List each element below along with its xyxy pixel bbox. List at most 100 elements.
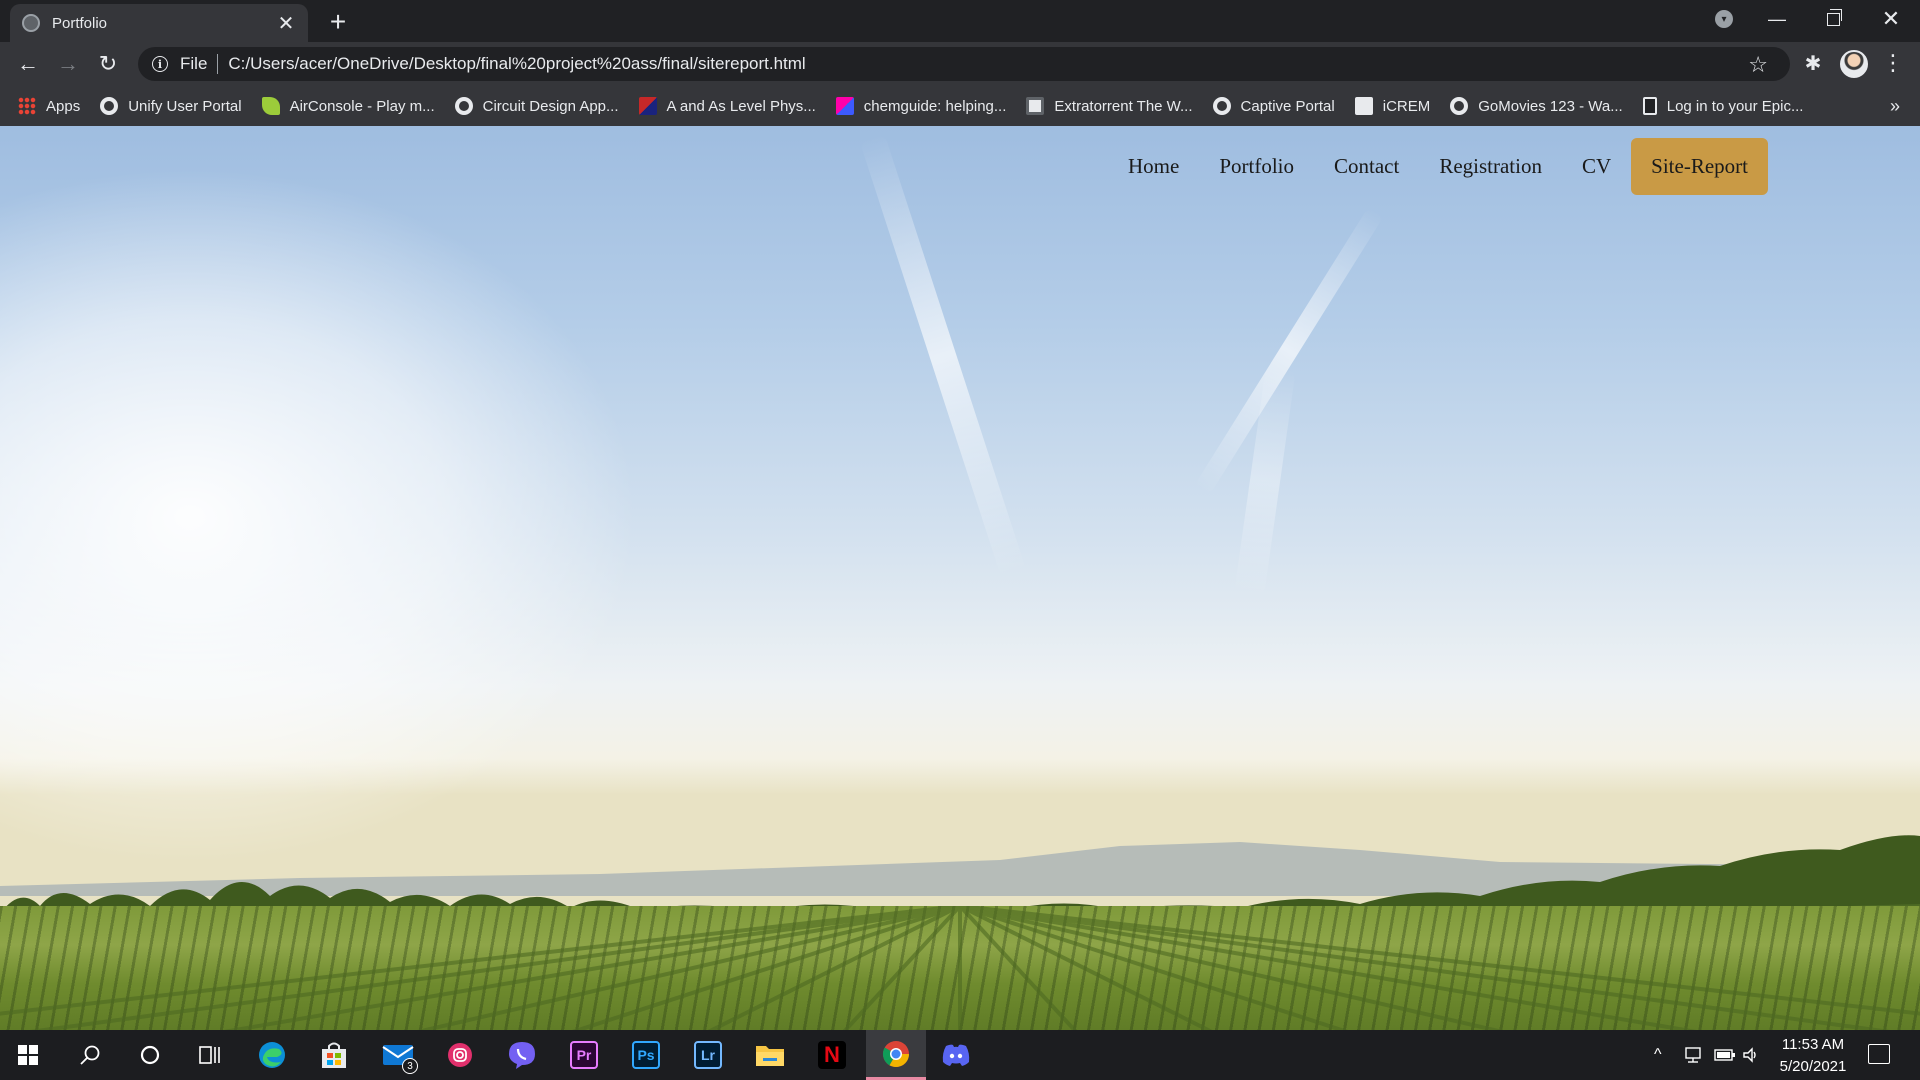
taskbar-edge[interactable] <box>244 1030 300 1080</box>
bookmark-label: GoMovies 123 - Wa... <box>1478 97 1623 115</box>
nav-contact[interactable]: Contact <box>1314 138 1419 195</box>
more-bookmarks-icon[interactable]: » <box>1890 96 1900 117</box>
url-scheme: File <box>180 54 208 73</box>
tab-portfolio[interactable]: Portfolio ✕ <box>10 4 308 42</box>
nav-cv[interactable]: CV <box>1562 138 1631 195</box>
taskbar-chrome[interactable] <box>866 1030 926 1080</box>
taskbar-instagram[interactable] <box>432 1030 488 1080</box>
restore-icon <box>1826 8 1842 26</box>
bookmark-label: Captive Portal <box>1240 97 1335 115</box>
bookmark-chemguide[interactable]: chemguide: helping... <box>835 97 1007 115</box>
netflix-icon: N <box>818 1041 846 1069</box>
forward-button[interactable]: → <box>54 50 82 78</box>
store-icon <box>322 1042 346 1068</box>
system-clock[interactable]: 11:53 AM 5/20/2021 <box>1758 1034 1868 1078</box>
taskbar-mail[interactable]: 3 <box>370 1030 426 1080</box>
restore-button[interactable] <box>1812 0 1854 38</box>
task-view-icon <box>199 1046 220 1064</box>
bookmark-extratorrent[interactable]: Extratorrent The W... <box>1026 97 1193 115</box>
tab-search-button[interactable]: ▾ <box>1706 0 1742 38</box>
nav-portfolio[interactable]: Portfolio <box>1199 138 1314 195</box>
taskbar-lightroom[interactable]: Lr <box>680 1030 736 1080</box>
taskbar-file-explorer[interactable] <box>742 1030 798 1080</box>
bookmark-unify-user-portal[interactable]: Unify User Portal <box>100 97 242 115</box>
bookmark-icrem[interactable]: iCREM <box>1354 97 1431 115</box>
windows-start-icon <box>18 1045 38 1065</box>
apps-grid-icon <box>18 97 36 115</box>
back-button[interactable]: ← <box>14 50 42 78</box>
sun-glow <box>0 166 640 866</box>
tab-title: Portfolio <box>52 14 108 32</box>
physics-icon <box>638 97 657 115</box>
search-button[interactable] <box>62 1030 118 1080</box>
tab-favicon-icon <box>22 14 40 32</box>
circuit-icon <box>454 97 473 115</box>
taskbar-viber[interactable] <box>494 1030 550 1080</box>
battery-icon[interactable] <box>1714 1030 1736 1080</box>
site-info-icon[interactable]: i <box>152 56 168 72</box>
globe-icon <box>1212 97 1231 115</box>
taskbar-discord[interactable] <box>928 1030 984 1080</box>
bookmark-circuit-design[interactable]: Circuit Design App... <box>454 97 619 115</box>
search-icon <box>80 1045 100 1065</box>
start-button[interactable] <box>0 1030 56 1080</box>
reload-button[interactable]: ↻ <box>94 50 122 78</box>
contrail <box>859 133 1027 579</box>
bookmark-captive-portal[interactable]: Captive Portal <box>1212 97 1335 115</box>
nav-home[interactable]: Home <box>1108 138 1199 195</box>
viber-icon <box>509 1042 535 1069</box>
windows-taskbar: 3 Pr Ps Lr N ^ 11:53 AM 5/20/2021 <box>0 1030 1920 1080</box>
new-tab-button[interactable]: + <box>324 6 352 38</box>
bookmark-airconsole[interactable]: AirConsole - Play m... <box>261 97 435 115</box>
clock-time: 11:53 AM <box>1781 1036 1845 1053</box>
lightroom-icon: Lr <box>694 1041 722 1069</box>
chrome-icon <box>882 1040 910 1067</box>
file-explorer-icon <box>756 1046 784 1066</box>
close-window-button[interactable]: ✕ <box>1870 0 1912 38</box>
minimize-button[interactable]: — <box>1756 0 1798 38</box>
bookmark-apps[interactable]: Apps <box>18 97 80 115</box>
epic-icon <box>1642 97 1657 115</box>
taskbar-netflix[interactable]: N <box>804 1030 860 1080</box>
cortana-icon <box>140 1045 160 1065</box>
nav-site-report[interactable]: Site-Report <box>1631 138 1768 195</box>
chemguide-icon <box>835 97 854 115</box>
nav-registration[interactable]: Registration <box>1419 138 1562 195</box>
premiere-pro-icon: Pr <box>570 1041 598 1069</box>
bookmark-label: A and As Level Phys... <box>666 97 816 115</box>
bookmark-star-icon[interactable]: ☆ <box>1748 52 1768 78</box>
taskbar-photoshop[interactable]: Ps <box>618 1030 674 1080</box>
extensions-icon[interactable]: ✱ <box>1800 51 1826 76</box>
bookmark-label: chemguide: helping... <box>863 97 1007 115</box>
bookmark-physics[interactable]: A and As Level Phys... <box>638 97 816 115</box>
profile-avatar[interactable] <box>1840 50 1868 78</box>
action-center-icon[interactable] <box>1868 1044 1890 1064</box>
taskbar-store[interactable] <box>306 1030 362 1080</box>
bookmark-label: iCREM <box>1382 97 1431 115</box>
network-icon[interactable] <box>1684 1030 1704 1080</box>
tab-close-icon[interactable]: ✕ <box>276 11 296 36</box>
bookmark-gomovies[interactable]: GoMovies 123 - Wa... <box>1450 97 1623 115</box>
show-hidden-icons-button[interactable]: ^ <box>1654 1030 1662 1080</box>
site-navigation: Home Portfolio Contact Registration CV S… <box>1108 138 1768 195</box>
bookmark-label: Extratorrent The W... <box>1054 97 1193 115</box>
task-view-button[interactable] <box>182 1030 238 1080</box>
taskbar-premiere-pro[interactable]: Pr <box>556 1030 612 1080</box>
cortana-button[interactable] <box>122 1030 178 1080</box>
doc-icon <box>1354 97 1373 115</box>
browser-toolbar: ← → ↻ i File C:/Users/acer/OneDrive/Desk… <box>0 42 1920 86</box>
bookmark-label: Log in to your Epic... <box>1666 97 1804 115</box>
contrail <box>1234 365 1296 597</box>
page-viewport: Home Portfolio Contact Registration CV S… <box>0 126 1920 1030</box>
discord-icon <box>942 1044 970 1066</box>
tab-strip: Portfolio ✕ + ▾ — ✕ <box>0 0 1920 42</box>
globe-icon <box>100 97 119 115</box>
address-bar[interactable]: i File C:/Users/acer/OneDrive/Desktop/fi… <box>138 47 1790 81</box>
photoshop-icon: Ps <box>632 1041 660 1069</box>
url-text[interactable]: C:/Users/acer/OneDrive/Desktop/final%20p… <box>228 54 805 74</box>
bookmark-epic[interactable]: Log in to your Epic... <box>1642 97 1804 115</box>
bookmark-label: Apps <box>46 97 81 115</box>
bookmark-label: Unify User Portal <box>128 97 242 115</box>
browser-menu-icon[interactable]: ⋮ <box>1880 50 1906 76</box>
airconsole-icon <box>261 97 280 115</box>
